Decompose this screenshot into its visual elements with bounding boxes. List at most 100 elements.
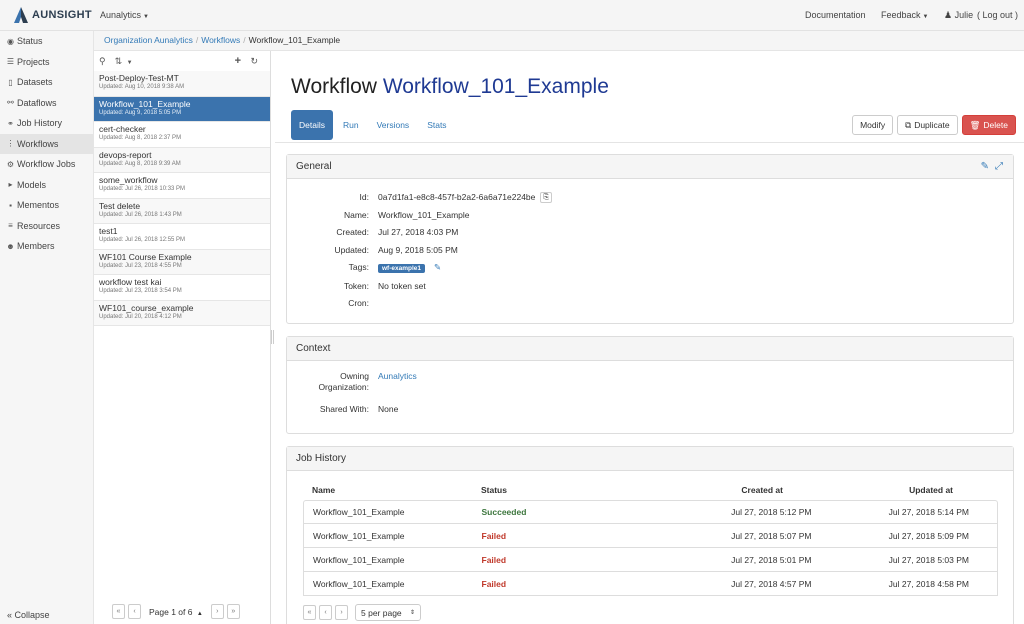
modify-button[interactable]: Modify xyxy=(852,115,894,135)
refresh-icon[interactable]: ↻ xyxy=(250,56,258,67)
workflow-updated: Updated: Jul 26, 2018 12:55 PM xyxy=(99,237,186,243)
next-page-button[interactable]: › xyxy=(335,605,348,620)
trash-icon: 🗑 xyxy=(969,119,981,130)
sitemap-icon: ⚯ xyxy=(7,98,14,108)
list-item[interactable]: WF101 Course Example Updated: Jul 23, 201… xyxy=(94,249,270,275)
job-created: Jul 27, 2018 5:07 PM xyxy=(731,530,812,541)
brand-name: AUNSIGHT xyxy=(32,9,92,21)
owning-org-link[interactable]: Aunalytics xyxy=(378,371,417,393)
sidebar-item-members[interactable]: ☻ Members xyxy=(0,236,93,257)
first-page-button[interactable]: « xyxy=(303,605,316,620)
column-header: Name xyxy=(312,484,336,495)
list-item[interactable]: cert-checker Updated: Aug 8, 2018 2:37 PM xyxy=(94,122,270,148)
prev-page-button[interactable]: ‹ xyxy=(128,604,141,619)
add-icon[interactable]: + xyxy=(235,55,241,67)
field-label: Name: xyxy=(343,209,369,220)
field-label-line1: Owning xyxy=(340,371,369,381)
table-row[interactable]: Workflow_101_Example Failed Jul 27, 2018… xyxy=(303,524,998,548)
job-status: Failed xyxy=(481,530,507,541)
pane-resize-handle[interactable] xyxy=(271,330,274,344)
sidebar-item-job-history[interactable]: ⚭ Job History xyxy=(0,113,93,134)
next-page-button[interactable]: › xyxy=(210,604,224,619)
workflow-name: Workflow_101_Example xyxy=(99,98,191,109)
sidebar-item-resources[interactable]: ≡ Resources xyxy=(0,216,93,237)
table-row[interactable]: Workflow_101_Example Failed Jul 27, 2018… xyxy=(303,548,998,572)
sidebar-item-workflow-jobs[interactable]: ⚙ Workflow Jobs xyxy=(0,154,93,175)
sidebar-item-label: Job History xyxy=(17,118,63,129)
job-name: Workflow_101_Example xyxy=(313,554,405,565)
list-item[interactable]: some_workflow Updated: Jul 26, 2018 10:33… xyxy=(94,173,270,199)
documentation-link[interactable]: Documentation xyxy=(805,10,866,20)
workflow-name: WF101 Course Example xyxy=(99,251,192,262)
first-page-button[interactable]: « xyxy=(112,604,125,619)
sidebar-item-label: Projects xyxy=(17,56,50,67)
tab-details[interactable]: Details xyxy=(291,110,333,140)
field-label: Tags: xyxy=(348,262,369,272)
page-indicator[interactable]: Page 1 of 6 ▲ xyxy=(149,607,203,617)
breadcrumb-workflows[interactable]: Workflows xyxy=(201,35,240,45)
list-item[interactable]: Workflow_101_Example Updated: Aug 9, 2018… xyxy=(94,96,270,122)
workflow-name: workflow test kai xyxy=(99,277,162,287)
sidebar: ◉ Status ☰ Projects ▯ Datasets ⚯ Dataflows ⚭… xyxy=(0,31,94,624)
token-row: Token: No token set xyxy=(287,278,1013,296)
sidebar-item-workflows[interactable]: ⋮ Workflows xyxy=(0,133,93,154)
breadcrumb-separator: / xyxy=(243,35,246,45)
sidebar-item-mementos[interactable]: ▪ Mementos xyxy=(0,195,93,216)
feedback-menu[interactable]: Feedback ▼ xyxy=(881,10,928,20)
list-item[interactable]: devops-report Updated: Aug 8, 2018 9:39 A… xyxy=(94,147,270,173)
expand-icon[interactable]: ⤢ xyxy=(995,161,1003,172)
logout-link[interactable]: ( Log out ) xyxy=(977,10,1018,20)
resources-icon: ≡ xyxy=(8,221,13,231)
network-icon: ⚭ xyxy=(7,118,14,128)
edit-icon[interactable]: ✎ xyxy=(981,161,989,172)
org-menu[interactable]: Aunalytics ▼ xyxy=(100,10,149,20)
tab-stats[interactable]: Stats xyxy=(419,110,454,140)
list-pager: « ‹ Page 1 of 6 ▲ › » xyxy=(112,604,240,619)
list-item[interactable]: WF101_course_example Updated: Jul 20, 201… xyxy=(94,300,270,326)
collapse-sidebar-button[interactable]: « Collapse xyxy=(7,610,50,620)
sidebar-item-dataflows[interactable]: ⚯ Dataflows xyxy=(0,93,93,114)
sidebar-item-datasets[interactable]: ▯ Datasets xyxy=(0,72,93,93)
per-page-select[interactable]: 5 per page ⇕ xyxy=(355,604,421,621)
context-panel-header: Context xyxy=(287,337,1013,361)
user-menu[interactable]: ♟ Julie xyxy=(944,10,973,21)
brand-logo[interactable]: AUNSIGHT xyxy=(14,7,92,23)
prev-page-button[interactable]: ‹ xyxy=(319,605,332,620)
field-label: Created: xyxy=(336,227,369,237)
field-label: Token: xyxy=(343,280,369,291)
context-panel: Context Owning Organization: Aunalytics Sh… xyxy=(286,336,1014,434)
field-label: Id: xyxy=(359,192,369,202)
sort-icon[interactable]: ⇅ ▼ xyxy=(115,56,133,67)
clipboard-icon[interactable]: ⎘ xyxy=(540,192,552,203)
workflow-name: test1 xyxy=(99,226,118,236)
workflow-updated: Updated: Aug 10, 2018 9:38 AM xyxy=(99,84,185,90)
chevron-up-icon: ▲ xyxy=(196,610,203,617)
tag-badge[interactable]: wf-example1 xyxy=(378,264,426,273)
general-panel: General ✎ ⤢ Id: 0a7d1fa1-e8c8-457f-b2a2-6… xyxy=(286,154,1014,324)
sidebar-item-projects[interactable]: ☰ Projects xyxy=(0,52,93,73)
list-item[interactable]: Test delete Updated: Jul 26, 2018 1:43 PM xyxy=(94,198,270,224)
job-created: Jul 27, 2018 5:12 PM xyxy=(731,507,812,517)
sidebar-item-status[interactable]: ◉ Status xyxy=(0,31,93,52)
delete-button[interactable]: 🗑 Delete xyxy=(961,115,1016,135)
breadcrumb-organization[interactable]: Organization Aunalytics xyxy=(104,35,193,45)
table-row[interactable]: Workflow_101_Example Failed Jul 27, 2018… xyxy=(303,572,998,596)
list-item[interactable]: workflow test kai Updated: Jul 23, 2018 3… xyxy=(94,275,270,301)
table-row[interactable]: Workflow_101_Example Succeeded Jul 27, 2… xyxy=(303,500,998,524)
name-row: Name: Workflow_101_Example xyxy=(287,207,1013,225)
list-item[interactable]: test1 Updated: Jul 26, 2018 12:55 PM xyxy=(94,224,270,250)
tab-run[interactable]: Run xyxy=(335,110,367,140)
workflow-name: cert-checker xyxy=(99,124,146,134)
sidebar-item-models[interactable]: ▸ Models xyxy=(0,175,93,196)
workflow-name-value: Workflow_101_Example xyxy=(378,209,470,220)
search-icon[interactable]: ⚲ xyxy=(99,56,106,67)
job-history-pager: « ‹ › 5 per page ⇕ xyxy=(303,604,421,621)
edit-tags-icon[interactable]: ✎ xyxy=(434,262,441,272)
updated-row: Updated: Aug 9, 2018 5:05 PM xyxy=(287,242,1013,260)
tab-versions[interactable]: Versions xyxy=(369,110,418,140)
workflow-icon: ⋮ xyxy=(6,139,15,149)
page-title-prefix: Workflow xyxy=(291,75,377,98)
duplicate-button[interactable]: ⧉ Duplicate xyxy=(897,115,958,135)
list-item[interactable]: Post-Deploy-Test-MT Updated: Aug 10, 2018… xyxy=(94,71,270,97)
last-page-button[interactable]: » xyxy=(226,604,240,619)
